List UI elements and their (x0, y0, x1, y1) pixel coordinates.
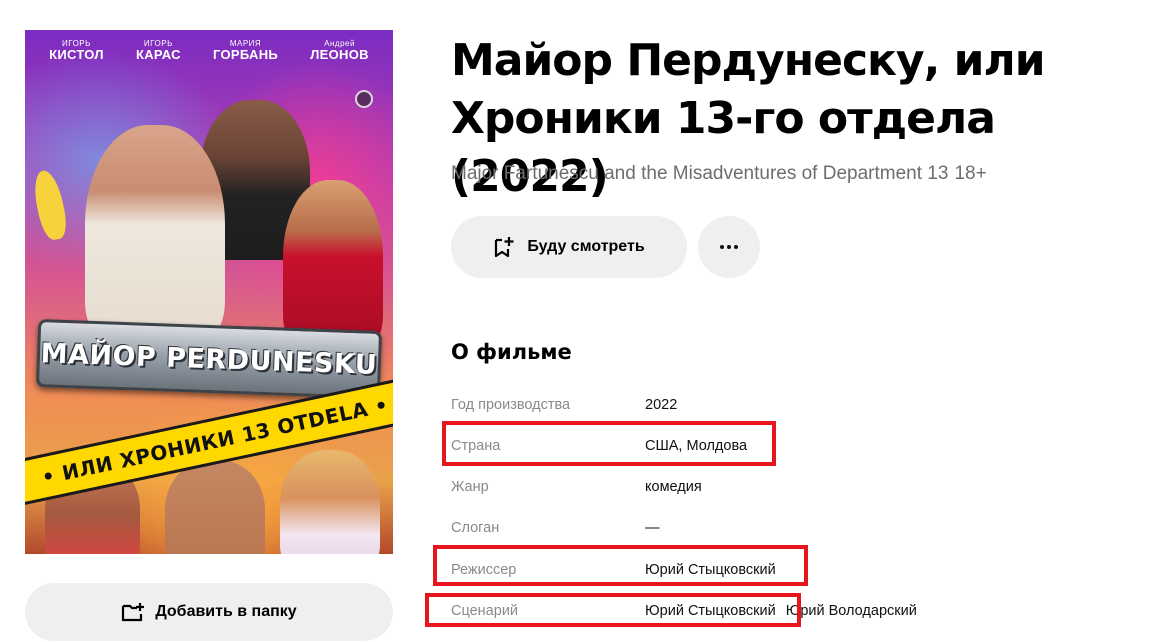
bullet-hole-graphic (355, 90, 373, 108)
original-title-text: Major Fartunescu and the Misadventures o… (451, 163, 949, 184)
info-label: Слоган (451, 520, 500, 536)
bookmark-plus-icon (495, 237, 514, 258)
poster-actor: МАРИЯ ГОРБАНЬ (212, 40, 279, 62)
poster-actor: Андрей ЛЕОНОВ (310, 40, 369, 62)
actor-last-name: ГОРБАНЬ (212, 47, 279, 62)
folder-plus-icon (122, 603, 145, 622)
more-dots-icon (720, 245, 738, 249)
about-heading: О фильме (451, 340, 572, 364)
poster-actor: ИГОРЬ КАРАС (135, 40, 181, 62)
highlight-box-screenplay (425, 593, 801, 627)
age-rating-badge: 18+ (954, 163, 987, 184)
poster-cast: ИГОРЬ КИСТОЛ ИГОРЬ КАРАС МАРИЯ ГОРБАНЬ А… (25, 40, 393, 62)
more-options-button[interactable] (698, 216, 760, 278)
original-title: Major Fartunescu and the Misadventures o… (451, 163, 987, 185)
poster-logo: МАЙОР PERDUNESKU (35, 319, 383, 399)
will-watch-label: Буду смотреть (527, 238, 645, 255)
poster-figure (165, 460, 265, 554)
banana-graphic (30, 168, 70, 242)
will-watch-button[interactable]: Буду смотреть (451, 216, 687, 278)
highlight-box-country (442, 421, 776, 466)
info-label: Жанр (451, 479, 489, 495)
info-value[interactable]: 2022 (645, 395, 677, 415)
screenwriter-link[interactable]: Юрий Володарский (786, 603, 917, 619)
info-label: Год производства (451, 397, 571, 413)
actor-last-name: ЛЕОНОВ (310, 47, 369, 62)
actor-last-name: КИСТОЛ (49, 47, 104, 62)
poster-figure (280, 450, 380, 554)
poster-figure (85, 125, 225, 345)
info-value[interactable]: комедия (645, 477, 702, 497)
poster-figure (283, 180, 383, 350)
info-value: — (645, 520, 660, 536)
add-to-folder-label: Добавить в папку (155, 603, 297, 620)
highlight-box-director (433, 545, 808, 586)
poster-actor: ИГОРЬ КИСТОЛ (49, 40, 104, 62)
poster-logo-text: МАЙОР PERDUNESKU (40, 337, 378, 381)
actor-last-name: КАРАС (135, 47, 181, 62)
movie-poster[interactable]: ИГОРЬ КИСТОЛ ИГОРЬ КАРАС МАРИЯ ГОРБАНЬ А… (25, 30, 393, 554)
add-to-folder-button[interactable]: Добавить в папку (25, 583, 393, 641)
